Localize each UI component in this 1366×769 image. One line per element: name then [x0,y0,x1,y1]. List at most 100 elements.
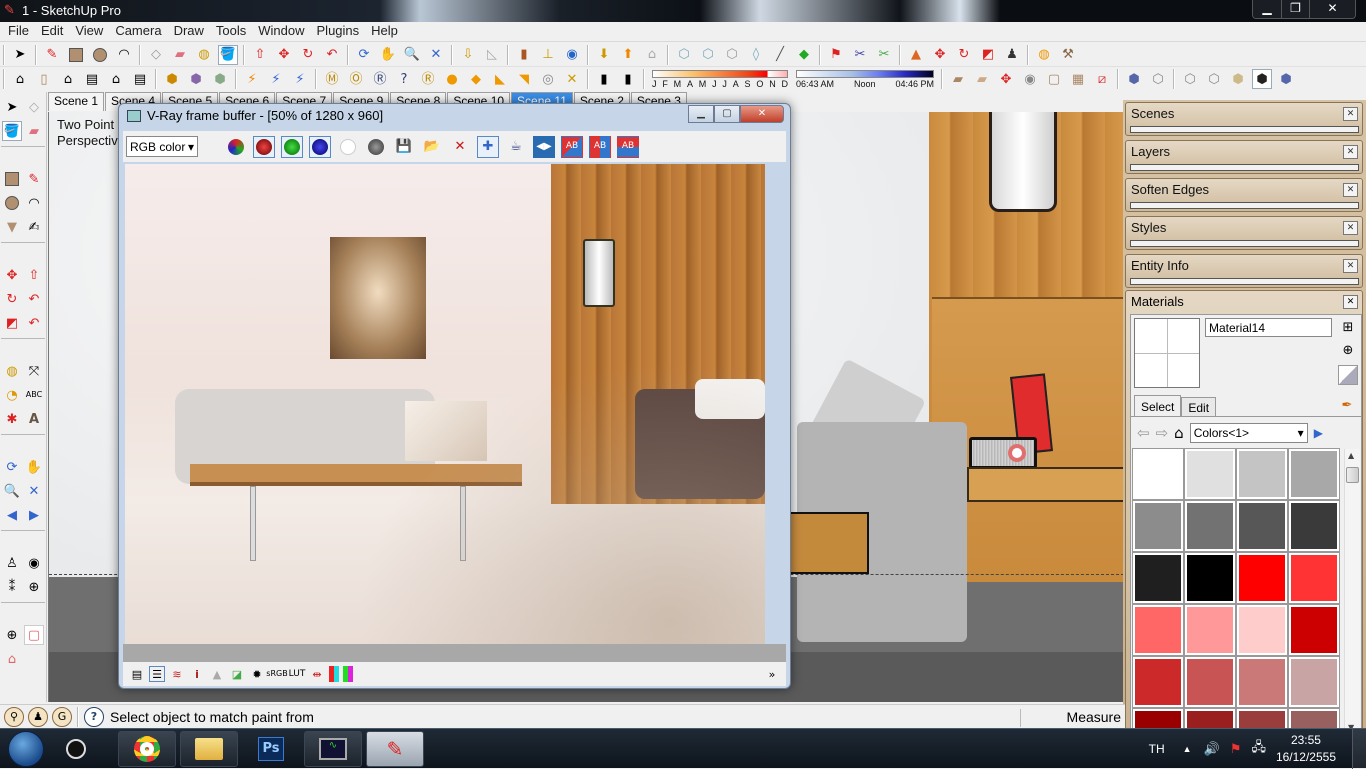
right-view-icon[interactable]: ▤ [82,69,102,89]
follow-me-icon[interactable]: ↶ [322,45,342,65]
display-cuts-icon[interactable]: ⚡ [290,69,310,89]
alpha-channel-icon[interactable] [337,136,359,158]
face-style-icon[interactable]: ⬢ [1276,69,1296,89]
model-info-icon[interactable]: ▮ [594,69,614,89]
eraser-icon[interactable]: ▰ [24,121,44,141]
texture-face-icon[interactable]: ⬢ [1228,69,1248,89]
vray-close-button[interactable]: ✕ [740,105,784,123]
texture-pin-icon[interactable]: ◉ [1020,69,1040,89]
material-swatch[interactable] [1184,656,1236,708]
close-icon[interactable]: ✕ [1343,259,1358,273]
clock[interactable]: 23:55 16/12/2555 [1276,732,1336,766]
close-icon[interactable]: ✕ [1343,221,1358,235]
action-center-icon[interactable]: ⚑ [1230,741,1242,757]
material-swatch[interactable] [1288,708,1340,728]
ab-horizontal-icon[interactable]: AB [589,135,611,158]
material-swatch[interactable] [1236,552,1288,604]
ab-vertical-icon[interactable]: AB [617,135,639,158]
material-swatch[interactable] [1184,552,1236,604]
taskbar-resource-monitor[interactable]: ∿ [304,731,362,767]
green-magenta-icon[interactable] [343,666,353,682]
section-plane-icon[interactable]: ⚡ [242,69,262,89]
taskbar-file-explorer[interactable] [180,731,238,767]
vray-minimize-button[interactable]: ▁ [688,105,714,123]
help-icon[interactable]: ? [84,706,104,727]
library-select[interactable]: Colors<1> ▾ [1189,423,1308,443]
smoove-icon[interactable]: ✂ [874,45,894,65]
select-icon[interactable]: ➤ [2,97,22,117]
volume-icon[interactable]: 🔊 [1204,741,1220,757]
clear-image-icon[interactable]: ✕ [449,136,471,158]
show-hidden-icons-icon[interactable]: ▲ [1183,744,1192,754]
monochrome-face-icon[interactable]: ⬢ [1252,69,1272,89]
red-cyan-icon[interactable] [329,666,339,682]
push-pull-icon[interactable]: ⇧ [250,45,270,65]
house-icon[interactable]: ⌂ [2,649,22,669]
texture-frame-icon[interactable]: ▢ [1044,69,1064,89]
tray-soften-edges[interactable]: Soften Edges ✕ [1125,178,1363,212]
add-detail-icon[interactable]: ↻ [954,45,974,65]
close-icon[interactable]: ✕ [1343,145,1358,159]
histogram-icon[interactable]: ▲ [209,666,225,682]
arc-icon[interactable]: ◠ [114,45,134,65]
make-component-icon[interactable]: ◇ [146,45,166,65]
display-section-icon[interactable]: ⚡ [266,69,286,89]
xray-face-icon[interactable]: ⬢ [1124,69,1144,89]
sample-paint-icon[interactable]: ✒ [1337,395,1357,415]
rectangle-icon[interactable] [66,45,86,65]
add-location-icon[interactable]: ▮ [514,45,534,65]
vray-maximize-button[interactable]: ▢ [714,105,740,123]
iso-view-icon[interactable]: ⌂ [10,69,30,89]
start-button[interactable] [8,731,44,767]
zoom-icon[interactable]: 🔍 [2,481,22,501]
get-models-icon[interactable]: ⇩ [458,45,478,65]
vray-rt-icon[interactable]: Ⓡ [418,69,438,89]
default-material-icon[interactable] [1338,365,1358,385]
shaded-textures-icon[interactable]: ◆ [794,45,814,65]
advanced-camera-icon[interactable]: ⊕ [2,625,22,645]
material-swatch[interactable] [1236,604,1288,656]
material-swatch[interactable] [1184,500,1236,552]
details-icon[interactable]: ▶ [1314,426,1323,440]
front-view-icon[interactable]: ⌂ [58,69,78,89]
vray-render-icon[interactable]: Ⓡ [370,69,390,89]
flip-edge-icon[interactable]: ◩ [978,45,998,65]
shadow-time-slider[interactable]: 06:43 AM Noon 04:46 PM [796,69,934,89]
mono-channel-icon[interactable] [365,136,387,158]
network-icon[interactable]: 🖧 [1251,738,1266,760]
menu-plugins[interactable]: Plugins [311,22,366,41]
wireframe-icon[interactable]: ⬡ [722,45,742,65]
tray-styles[interactable]: Styles ✕ [1125,216,1363,250]
vray-options-icon[interactable]: Ⓞ [346,69,366,89]
get-photo-texture-icon[interactable]: ⬇ [594,45,614,65]
rect-light-icon[interactable]: ◆ [466,69,486,89]
shaded-face-icon[interactable]: ⬡ [1204,69,1224,89]
expand-icon[interactable]: » [764,666,780,682]
material-swatch[interactable] [1236,708,1288,728]
orbit-icon[interactable]: ⟳ [2,457,22,477]
rotate-icon[interactable]: ↻ [298,45,318,65]
ab-diagonal-icon[interactable]: AB [561,135,583,158]
back-view-icon[interactable]: ⌂ [106,69,126,89]
intersect-icon[interactable]: ⬢ [186,69,206,89]
paint-bucket-icon[interactable]: 🪣 [2,121,22,141]
tab-edit[interactable]: Edit [1181,397,1217,416]
close-button[interactable]: ✕ [1309,0,1355,18]
red-channel-icon[interactable] [253,135,275,158]
shadow-time-track[interactable] [796,69,934,78]
info-icon[interactable]: i [189,666,205,682]
material-swatch[interactable] [1132,552,1184,604]
vray-material-editor-icon[interactable]: Ⓜ [322,69,342,89]
xray-icon[interactable]: ⬡ [674,45,694,65]
top-view-icon[interactable]: ▯ [34,69,54,89]
menu-help[interactable]: Help [365,22,404,41]
rgb-channel-icon[interactable] [225,136,247,158]
menu-draw[interactable]: Draw [168,22,210,41]
rotate-icon[interactable]: ↻ [2,289,22,309]
google-signin-icon[interactable]: G [52,706,72,727]
texture-icon[interactable]: ▰ [972,69,992,89]
material-swatch[interactable] [1132,448,1184,500]
lut-icon[interactable]: LUT [289,666,306,682]
left-view-icon[interactable]: ▤ [130,69,150,89]
spot-light-icon[interactable]: ◣ [490,69,510,89]
